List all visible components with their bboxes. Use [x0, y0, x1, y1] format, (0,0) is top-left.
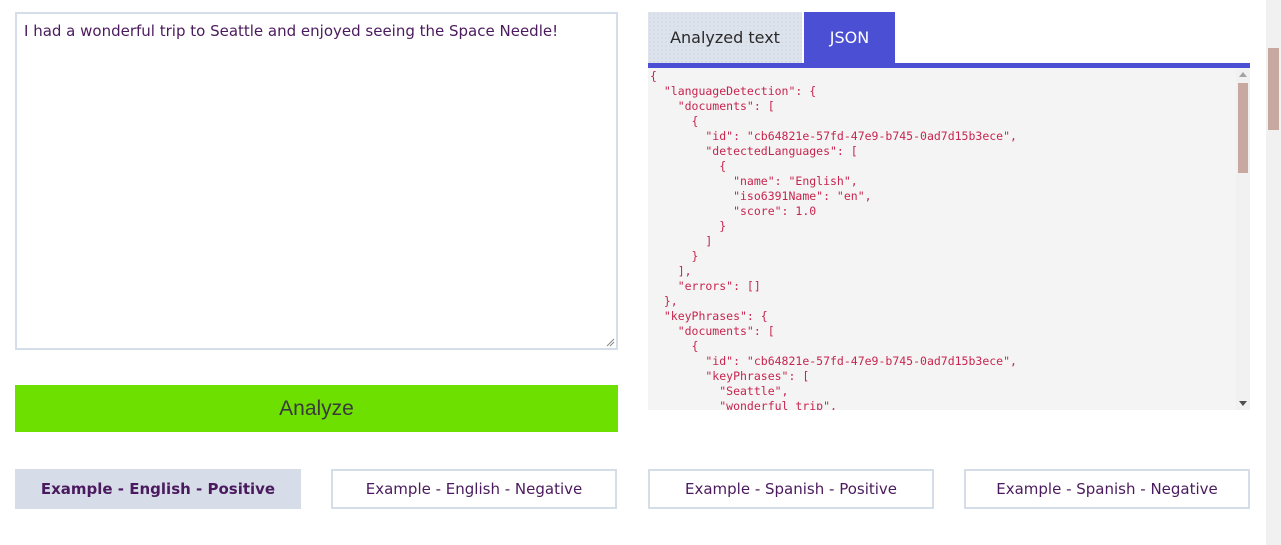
analyze-button[interactable]: Analyze — [15, 385, 618, 432]
example-english-negative-button[interactable]: Example - English - Negative — [331, 469, 617, 509]
example-spanish-negative-button[interactable]: Example - Spanish - Negative — [964, 469, 1250, 509]
tab-json[interactable]: JSON — [804, 12, 895, 63]
input-textarea[interactable]: I had a wonderful trip to Seattle and en… — [15, 12, 618, 350]
input-text[interactable]: I had a wonderful trip to Seattle and en… — [24, 21, 606, 41]
output-tabs: Analyzed text JSON — [648, 12, 895, 63]
json-output-panel[interactable]: { "languageDetection": { "documents": [ … — [648, 68, 1250, 410]
scroll-down-arrow-icon[interactable] — [1239, 401, 1247, 406]
json-output-text: { "languageDetection": { "documents": [ … — [650, 69, 1017, 410]
json-scrollbar-thumb[interactable] — [1238, 83, 1248, 173]
json-scrollbar[interactable] — [1236, 68, 1250, 410]
scroll-up-arrow-icon[interactable] — [1239, 72, 1247, 77]
page-scrollbar[interactable] — [1266, 0, 1281, 545]
example-english-positive-button[interactable]: Example - English - Positive — [15, 469, 301, 509]
tab-analyzed-text[interactable]: Analyzed text — [648, 12, 802, 63]
page-scrollbar-thumb[interactable] — [1268, 48, 1279, 130]
resize-grip-icon[interactable] — [605, 337, 615, 347]
example-spanish-positive-button[interactable]: Example - Spanish - Positive — [648, 469, 934, 509]
